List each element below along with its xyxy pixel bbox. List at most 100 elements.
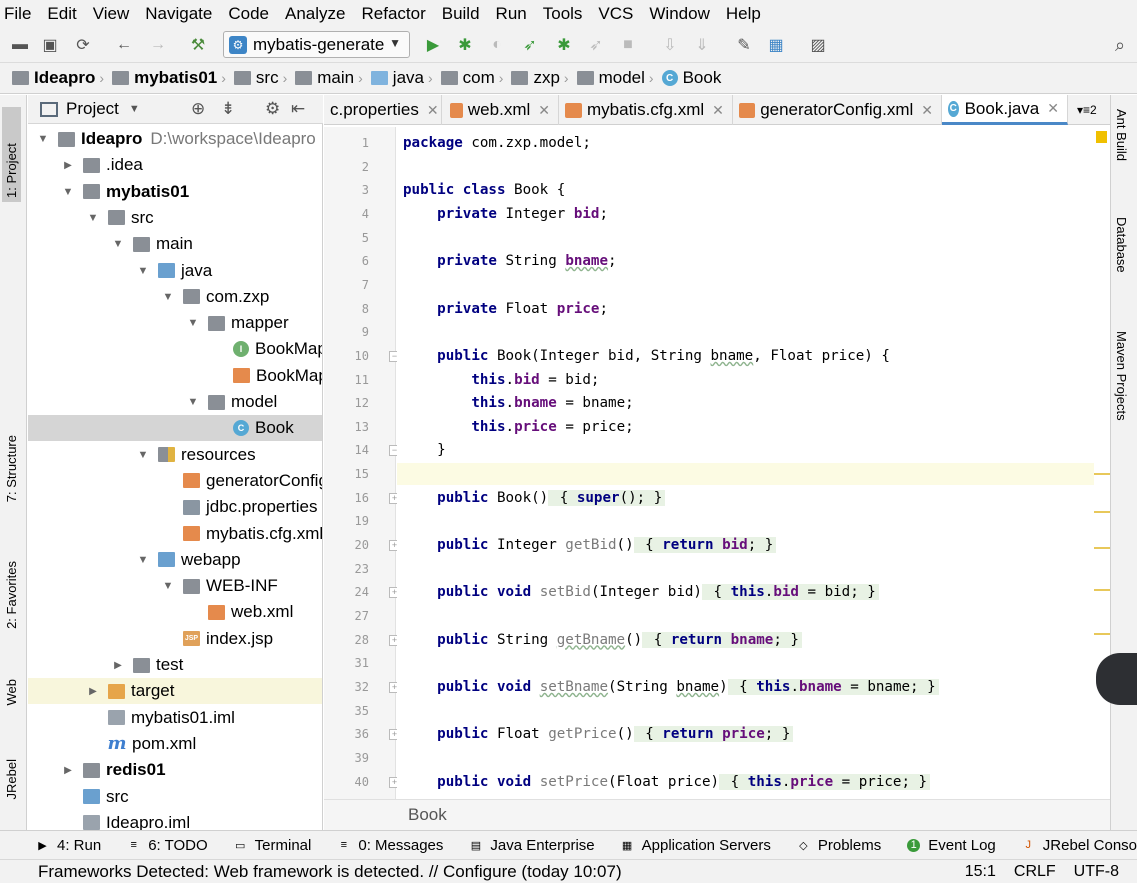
chevron-down-icon[interactable]: ▼	[36, 133, 50, 145]
bottom-tool-java-enterprise[interactable]: ▤ Java Enterprise	[469, 837, 595, 854]
sdk-icon[interactable]: ▨	[808, 35, 828, 55]
editor-tab[interactable]: c.properties ✕	[324, 95, 442, 125]
error-stripe-mark[interactable]	[1094, 589, 1110, 591]
chevron-right-icon[interactable]: ▶	[61, 765, 75, 776]
status-message[interactable]: Frameworks Detected: Web framework is de…	[38, 862, 622, 882]
project-panel-title[interactable]: Project	[66, 99, 119, 119]
menu-window[interactable]: Window	[649, 4, 709, 24]
breadcrumb-item[interactable]: main ›	[295, 68, 369, 88]
tree-item[interactable]: ▼ src	[28, 205, 322, 231]
tree-item[interactable]: ▼ WEB-INF	[28, 573, 322, 599]
error-stripe-mark[interactable]	[1094, 473, 1110, 475]
chevron-down-icon[interactable]: ▼	[161, 291, 175, 303]
vcs-update-icon[interactable]: ⇩	[660, 35, 680, 55]
tree-item[interactable]: ▼ mapper	[28, 310, 322, 336]
sync-icon[interactable]: ⟳	[73, 35, 93, 55]
tool-tab-structure[interactable]: 7: Structure	[2, 431, 21, 506]
breadcrumb-item[interactable]: mybatis01 ›	[112, 68, 232, 88]
tool-tab-maven-projects[interactable]: Maven Projects	[1114, 331, 1129, 421]
chevron-right-icon[interactable]: ▶	[111, 660, 125, 671]
tree-item[interactable]: JSP index.jsp	[28, 626, 322, 652]
code-line[interactable]: this.price = price;	[403, 416, 633, 438]
tree-item[interactable]: BookMapper.xml	[28, 363, 322, 389]
menu-analyze[interactable]: Analyze	[285, 4, 345, 24]
code-line[interactable]: public Integer getBid() { return bid; }	[403, 534, 777, 556]
debug-icon[interactable]: ✱	[455, 35, 475, 55]
code-line[interactable]: public void setPrice(Float price) { this…	[403, 771, 931, 793]
tab-overflow-button[interactable]: ▾≡ 2	[1071, 95, 1110, 125]
code-line[interactable]: public Book() { super(); }	[403, 487, 666, 509]
tree-item[interactable]: jdbc.properties	[28, 494, 322, 520]
jrebel-run-icon[interactable]: ➶	[520, 35, 540, 55]
gear-icon[interactable]: ⚙	[265, 99, 280, 119]
bottom-tool-application-servers[interactable]: ▦ Application Servers	[621, 837, 771, 854]
chevron-down-icon[interactable]: ▼	[186, 317, 200, 329]
tree-item[interactable]: m pom.xml	[28, 731, 322, 757]
tree-item[interactable]: ▼ model	[28, 389, 322, 415]
chevron-down-icon[interactable]: ▼	[86, 212, 100, 224]
tree-item[interactable]: ▼ Ideapro D:\workspace\Ideapro	[28, 126, 322, 152]
caret-position[interactable]: 15:1	[965, 863, 996, 881]
tree-item[interactable]: mybatis01.iml	[28, 705, 322, 731]
tree-item[interactable]: mybatis.cfg.xml	[28, 521, 322, 547]
editor-tab[interactable]: C Book.java ✕	[942, 95, 1068, 125]
forward-icon[interactable]: →	[148, 35, 168, 55]
code-line[interactable]: public Float getPrice() { return price; …	[403, 723, 794, 745]
file-encoding[interactable]: UTF-8	[1074, 863, 1119, 881]
tree-item[interactable]: ▼ webapp	[28, 547, 322, 573]
code-line[interactable]: public Book(Integer bid, String bname, F…	[403, 345, 890, 367]
search-everywhere-icon[interactable]: ⌕	[1110, 35, 1130, 55]
tool-tab-favorites[interactable]: 2: Favorites	[2, 557, 21, 633]
breadcrumb-item[interactable]: model ›	[576, 68, 660, 88]
code-line[interactable]: public class Book {	[403, 179, 565, 201]
bottom-tool-terminal[interactable]: ▭ Terminal	[234, 837, 311, 854]
run-configuration-select[interactable]: ⚙ mybatis-generate ▼	[223, 31, 410, 58]
stop-icon[interactable]: ■	[618, 35, 638, 55]
inspection-status-icon[interactable]	[1096, 131, 1107, 143]
close-icon[interactable]: ✕	[712, 102, 724, 119]
code-line[interactable]: }	[403, 439, 446, 461]
bottom-tool-event-log[interactable]: 1 Event Log	[907, 837, 996, 854]
tree-item[interactable]: ▼ main	[28, 231, 322, 257]
breadcrumb-item[interactable]: java ›	[370, 68, 439, 88]
menu-edit[interactable]: Edit	[47, 4, 76, 24]
menu-refactor[interactable]: Refactor	[361, 4, 425, 24]
tool-tab-web[interactable]: Web	[2, 675, 21, 710]
breadcrumb-item[interactable]: C Book	[661, 68, 721, 88]
menu-vcs[interactable]: VCS	[598, 4, 633, 24]
tree-item[interactable]: Ideapro.iml	[28, 810, 322, 830]
code-line[interactable]: public void setBname(String bname) { thi…	[403, 676, 939, 698]
breadcrumb-item[interactable]: com ›	[440, 68, 510, 88]
tree-item[interactable]: ▶ test	[28, 652, 322, 678]
code-line[interactable]: private Float price;	[403, 298, 608, 320]
locate-icon[interactable]: ⊕	[191, 99, 205, 119]
vcs-commit-icon[interactable]: ⇓	[692, 35, 712, 55]
editor-tab[interactable]: mybatis.cfg.xml ✕	[559, 95, 733, 125]
tree-item[interactable]: I BookMapper	[28, 336, 322, 362]
code-line[interactable]: private Integer bid;	[403, 203, 608, 225]
code-line[interactable]: private String bname;	[403, 250, 616, 272]
chevron-down-icon[interactable]: ▼	[61, 186, 75, 198]
tree-item[interactable]: generatorConfig.xml	[28, 468, 322, 494]
jrebel-debug-icon[interactable]: ✱	[554, 35, 574, 55]
tree-item[interactable]: ▼ mybatis01	[28, 179, 322, 205]
code-editor[interactable]: package com.zxp.model; public class Book …	[397, 127, 1094, 799]
settings-wrench-icon[interactable]: ✎	[734, 35, 754, 55]
menu-tools[interactable]: Tools	[543, 4, 583, 24]
tree-item[interactable]: ▼ java	[28, 258, 322, 284]
project-structure-icon[interactable]: ▦	[766, 35, 786, 55]
breadcrumb-item[interactable]: Ideapro ›	[12, 68, 110, 88]
chevron-right-icon[interactable]: ▶	[61, 160, 75, 171]
menu-view[interactable]: View	[93, 4, 130, 24]
chevron-down-icon[interactable]: ▼	[111, 238, 125, 250]
profile-icon[interactable]: ➶	[586, 35, 606, 55]
run-icon[interactable]: ▶	[423, 35, 443, 55]
menu-navigate[interactable]: Navigate	[145, 4, 212, 24]
tree-item[interactable]: ▶ target	[28, 678, 322, 705]
chevron-down-icon[interactable]: ▼	[186, 396, 200, 408]
code-line[interactable]: this.bname = bname;	[403, 392, 633, 414]
editor-breadcrumb-item[interactable]: Book	[408, 805, 447, 824]
build-hammer-icon[interactable]: ⚒	[188, 35, 208, 55]
error-stripe-mark[interactable]	[1094, 511, 1110, 513]
bottom-tool-jrebel-console[interactable]: J JRebel Console	[1022, 837, 1137, 854]
